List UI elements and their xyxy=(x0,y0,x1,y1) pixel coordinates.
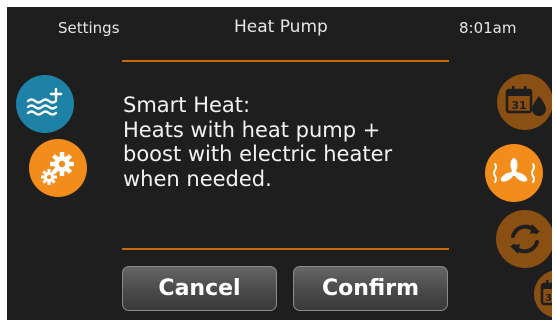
bottom-divider xyxy=(122,248,449,250)
page-title: Heat Pump xyxy=(234,17,328,37)
calendar-icon[interactable]: 31 xyxy=(534,270,552,318)
calendar-date: 31 xyxy=(511,99,526,112)
mode-description: Smart Heat: Heats with heat pump + boost… xyxy=(123,93,443,191)
cancel-button[interactable]: Cancel xyxy=(122,266,277,311)
mode-heading: Smart Heat: xyxy=(123,93,251,117)
calendar-drop-icon[interactable]: 31 xyxy=(497,74,552,130)
top-divider xyxy=(122,60,449,62)
settings-gears-icon[interactable] xyxy=(29,139,87,197)
water-heat-icon[interactable] xyxy=(16,75,74,133)
heat-pump-screen: Settings Heat Pump 8:01am Smart Heat: He… xyxy=(7,7,552,320)
confirm-button[interactable]: Confirm xyxy=(293,266,448,311)
clock: 8:01am xyxy=(459,19,517,37)
fan-heat-icon[interactable] xyxy=(485,144,543,202)
mode-body: Heats with heat pump + boost with electr… xyxy=(123,117,393,191)
settings-link[interactable]: Settings xyxy=(58,19,120,37)
refresh-cycle-icon[interactable] xyxy=(496,210,552,268)
calendar-date: 31 xyxy=(545,293,552,304)
